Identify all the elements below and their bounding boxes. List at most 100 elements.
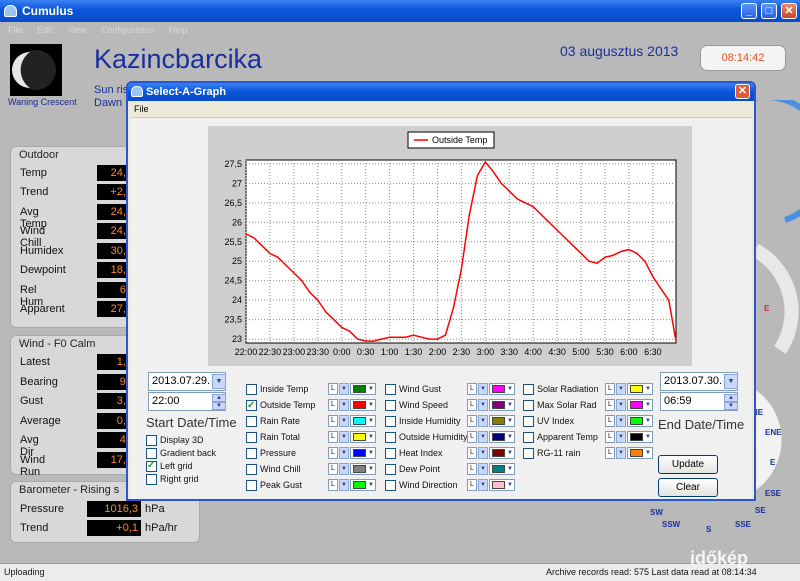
end-time-up-icon[interactable]: ▲: [724, 394, 738, 402]
axis-select[interactable]: L: [328, 463, 338, 475]
update-button[interactable]: Update: [658, 455, 718, 474]
series-row[interactable]: RG-11 rain L ▼ ▼: [523, 445, 655, 461]
axis-select[interactable]: L: [328, 479, 338, 491]
color-dropdown-icon[interactable]: ▼: [507, 384, 513, 394]
series-row[interactable]: Solar Radiation L ▼ ▼: [523, 381, 655, 397]
axis-select[interactable]: L: [605, 431, 615, 443]
color-dropdown-icon[interactable]: ▼: [645, 432, 651, 442]
color-dropdown-icon[interactable]: ▼: [368, 432, 374, 442]
option-display-3d[interactable]: Display 3D: [146, 434, 216, 447]
axis-select[interactable]: L: [605, 399, 615, 411]
color-dropdown-icon[interactable]: ▼: [507, 416, 513, 426]
series-checkbox[interactable]: [385, 400, 396, 412]
series-row[interactable]: Wind Speed L ▼ ▼: [385, 397, 517, 413]
series-checkbox[interactable]: [523, 448, 534, 460]
color-dropdown-icon[interactable]: ▼: [507, 400, 513, 410]
axis-select[interactable]: L: [467, 479, 477, 491]
axis-dropdown-icon[interactable]: ▼: [478, 415, 488, 427]
series-checkbox[interactable]: [385, 448, 396, 460]
series-row[interactable]: Heat Index L ▼ ▼: [385, 445, 517, 461]
clear-button[interactable]: Clear: [658, 478, 718, 497]
axis-select[interactable]: L: [467, 383, 477, 395]
end-date-dropdown-icon[interactable]: ▼: [724, 374, 738, 389]
color-dropdown-icon[interactable]: ▼: [645, 416, 651, 426]
series-row[interactable]: Outside TempL▼▼: [246, 397, 378, 414]
color-picker[interactable]: ▼: [350, 399, 376, 411]
series-row[interactable]: Inside Humidity L ▼ ▼: [385, 413, 517, 429]
menu-edit[interactable]: Edit: [37, 25, 53, 35]
color-picker[interactable]: ▼: [627, 447, 653, 459]
series-checkbox[interactable]: [523, 384, 534, 396]
color-picker[interactable]: ▼: [489, 463, 515, 475]
series-checkbox[interactable]: [385, 384, 396, 396]
series-row[interactable]: Inside Temp L ▼ ▼: [246, 381, 378, 397]
dialog-menu-file[interactable]: File: [134, 104, 149, 114]
axis-select[interactable]: L: [467, 415, 477, 427]
menu-view[interactable]: View: [67, 25, 86, 35]
series-checkbox[interactable]: [385, 464, 396, 476]
axis-select[interactable]: L: [467, 431, 477, 443]
color-dropdown-icon[interactable]: ▼: [507, 448, 513, 458]
axis-dropdown-icon[interactable]: ▼: [339, 415, 349, 427]
option-checkbox[interactable]: [146, 474, 157, 486]
axis-dropdown-icon[interactable]: ▼: [616, 383, 626, 395]
color-picker[interactable]: ▼: [627, 399, 653, 411]
color-picker[interactable]: ▼: [627, 383, 653, 395]
option-checkbox[interactable]: [146, 448, 157, 460]
series-checkbox[interactable]: [523, 400, 534, 412]
series-checkbox[interactable]: [385, 432, 396, 444]
start-date-dropdown-icon[interactable]: ▼: [212, 374, 226, 389]
axis-dropdown-icon[interactable]: ▼: [339, 463, 349, 475]
color-picker[interactable]: ▼: [350, 463, 376, 475]
color-dropdown-icon[interactable]: ▼: [507, 480, 513, 490]
axis-select[interactable]: L: [605, 383, 615, 395]
menu-file[interactable]: File: [8, 25, 23, 35]
color-dropdown-icon[interactable]: ▼: [368, 416, 374, 426]
axis-dropdown-icon[interactable]: ▼: [478, 431, 488, 443]
color-dropdown-icon[interactable]: ▼: [368, 400, 374, 410]
close-button[interactable]: ✕: [781, 3, 797, 19]
series-row[interactable]: Dew Point L ▼ ▼: [385, 461, 517, 477]
color-picker[interactable]: ▼: [350, 431, 376, 443]
color-picker[interactable]: ▼: [489, 431, 515, 443]
series-row[interactable]: Pressure L ▼ ▼: [246, 445, 378, 461]
series-row[interactable]: Rain Rate L ▼ ▼: [246, 413, 378, 429]
option-right-grid[interactable]: Right grid: [146, 473, 216, 486]
color-picker[interactable]: ▼: [350, 383, 376, 395]
series-checkbox[interactable]: [246, 480, 257, 492]
color-picker[interactable]: ▼: [489, 479, 515, 491]
color-dropdown-icon[interactable]: ▼: [368, 384, 374, 394]
axis-select[interactable]: L: [328, 415, 338, 427]
color-picker[interactable]: ▼: [489, 447, 515, 459]
menu-help[interactable]: Help: [169, 25, 188, 35]
series-row[interactable]: Outside Humidity L ▼ ▼: [385, 429, 517, 445]
color-picker[interactable]: ▼: [350, 415, 376, 427]
axis-dropdown-icon[interactable]: ▼: [478, 447, 488, 459]
series-checkbox[interactable]: [523, 416, 534, 428]
series-checkbox[interactable]: [246, 384, 257, 396]
color-dropdown-icon[interactable]: ▼: [645, 448, 651, 458]
series-row[interactable]: Apparent Temp L ▼ ▼: [523, 429, 655, 445]
series-row[interactable]: Peak Gust L ▼ ▼: [246, 477, 378, 493]
option-checkbox[interactable]: [146, 459, 157, 473]
color-dropdown-icon[interactable]: ▼: [507, 432, 513, 442]
axis-select[interactable]: L: [328, 383, 338, 395]
axis-select[interactable]: L: [467, 447, 477, 459]
color-picker[interactable]: ▼: [627, 415, 653, 427]
axis-dropdown-icon[interactable]: ▼: [339, 399, 349, 411]
axis-select[interactable]: L: [467, 399, 477, 411]
color-picker[interactable]: ▼: [350, 479, 376, 491]
axis-dropdown-icon[interactable]: ▼: [339, 479, 349, 491]
color-dropdown-icon[interactable]: ▼: [368, 464, 374, 474]
series-row[interactable]: UV Index L ▼ ▼: [523, 413, 655, 429]
color-dropdown-icon[interactable]: ▼: [645, 400, 651, 410]
color-picker[interactable]: ▼: [489, 415, 515, 427]
series-checkbox[interactable]: [385, 480, 396, 492]
axis-dropdown-icon[interactable]: ▼: [616, 415, 626, 427]
color-dropdown-icon[interactable]: ▼: [368, 448, 374, 458]
series-checkbox[interactable]: [523, 432, 534, 444]
axis-dropdown-icon[interactable]: ▼: [478, 399, 488, 411]
axis-select[interactable]: L: [328, 431, 338, 443]
series-row[interactable]: Rain Total L ▼ ▼: [246, 429, 378, 445]
menu-configuration[interactable]: Configuration: [101, 25, 155, 35]
